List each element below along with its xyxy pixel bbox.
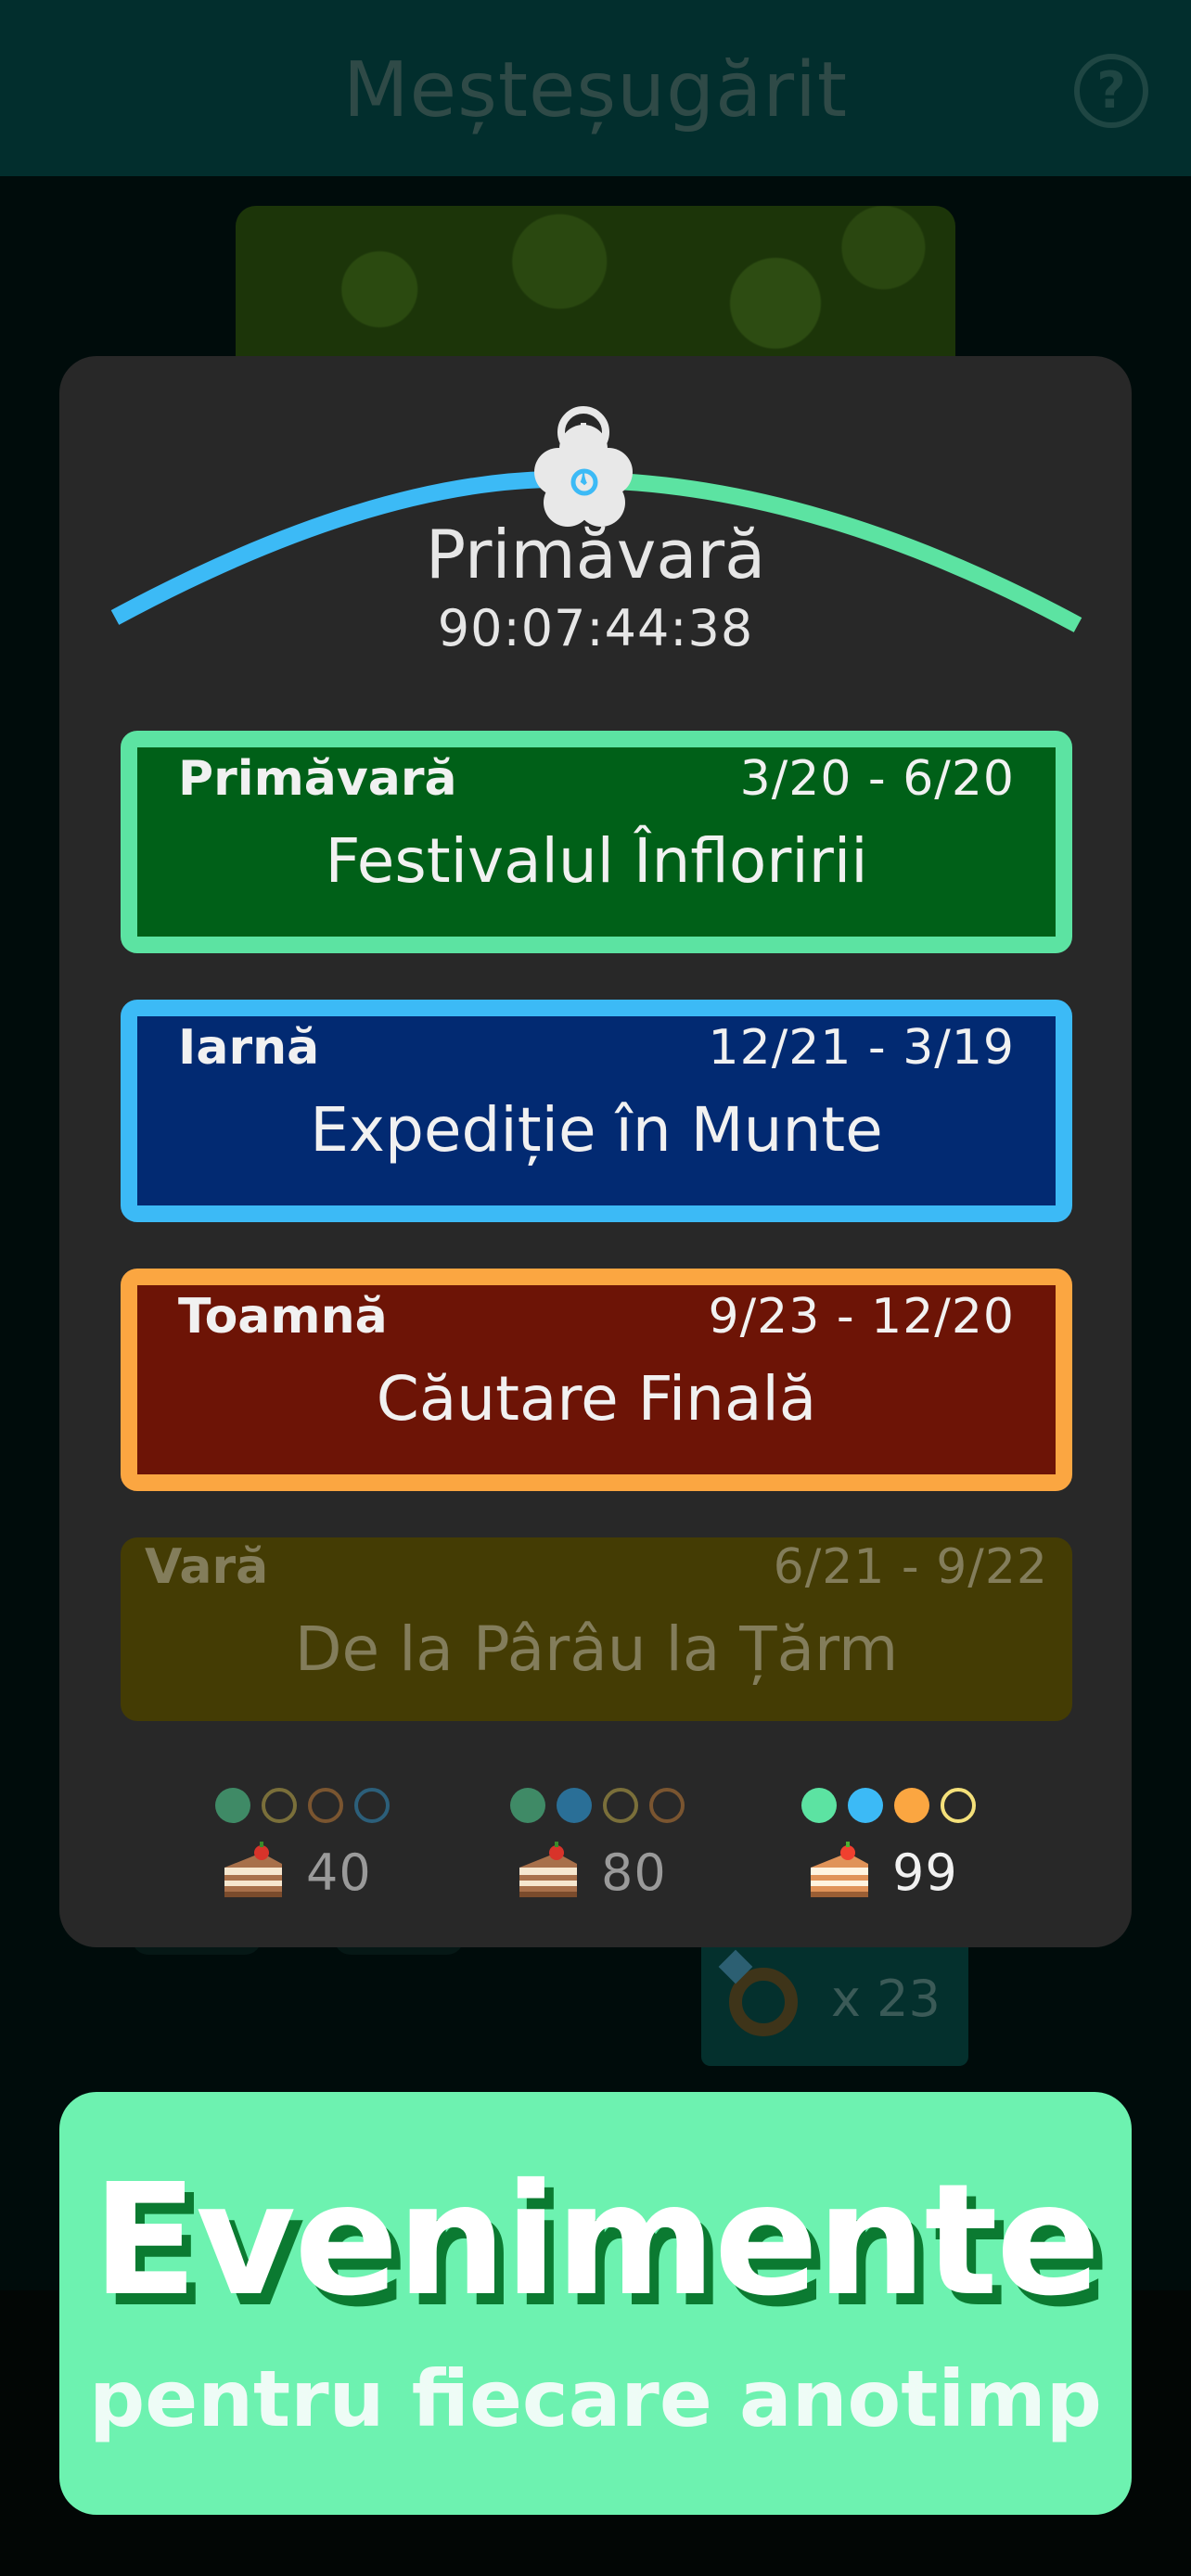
- question-circle-icon[interactable]: ?: [1074, 54, 1148, 128]
- promo-subtitle: pentru fiecare anotimp: [89, 2353, 1102, 2444]
- dot-summer: [941, 1788, 976, 1823]
- inventory-item-ring: x 23: [701, 1944, 968, 2066]
- event-name: De la Pârâu la Țărm: [294, 1613, 899, 1685]
- cake-icon: [224, 1842, 282, 1897]
- season-countdown: 90:07:44:38: [437, 599, 754, 657]
- dot-spring: [801, 1788, 837, 1823]
- reward-tier-1: 40: [215, 1788, 401, 1936]
- cake-icon: [519, 1842, 577, 1897]
- current-season-label: Primăvară: [425, 516, 766, 593]
- dot-autumn: [649, 1788, 685, 1823]
- event-season: Primăvară: [178, 751, 457, 807]
- event-name: Căutare Finală: [376, 1363, 817, 1435]
- page-title: Meșteșugărit: [342, 46, 849, 134]
- dot-winter: [848, 1788, 883, 1823]
- event-season: Vară: [145, 1539, 269, 1595]
- reward-tier-3: 99: [801, 1788, 987, 1936]
- cake-icon: [811, 1842, 868, 1897]
- dot-autumn: [308, 1788, 343, 1823]
- reward-value: 99: [892, 1843, 958, 1902]
- event-dates: 3/20 - 6/20: [739, 751, 1015, 807]
- promo-title: Evenimente: [92, 2151, 1101, 2330]
- dot-summer: [603, 1788, 638, 1823]
- event-card-summer[interactable]: Vară 6/21 - 9/22 De la Pârâu la Țărm: [121, 1537, 1072, 1721]
- flower-marker-icon: [534, 406, 633, 527]
- event-card-winter[interactable]: Iarnă 12/21 - 3/19 Expediție în Munte: [121, 1000, 1072, 1222]
- app-header: Meșteșugărit ?: [0, 0, 1191, 176]
- promo-banner: Evenimente pentru fiecare anotimp: [59, 2092, 1132, 2515]
- dot-spring: [215, 1788, 250, 1823]
- reward-tier-2: 80: [510, 1788, 696, 1936]
- dot-autumn: [894, 1788, 929, 1823]
- seasonal-events-modal: Primăvară 90:07:44:38 Primăvară 3/20 - 6…: [59, 356, 1132, 1947]
- dot-winter: [354, 1788, 390, 1823]
- event-card-autumn[interactable]: Toamnă 9/23 - 12/20 Căutare Finală: [121, 1269, 1072, 1491]
- reward-value: 40: [306, 1843, 372, 1902]
- event-season: Toamnă: [178, 1289, 388, 1345]
- dot-summer: [262, 1788, 297, 1823]
- dot-spring: [510, 1788, 545, 1823]
- event-card-spring[interactable]: Primăvară 3/20 - 6/20 Festivalul Înflori…: [121, 731, 1072, 953]
- dot-winter: [557, 1788, 592, 1823]
- event-name: Festivalul Înfloririi: [325, 825, 868, 897]
- reward-value: 80: [601, 1843, 667, 1902]
- event-name: Expediție în Munte: [310, 1094, 883, 1166]
- event-dates: 12/21 - 3/19: [708, 1020, 1015, 1076]
- event-season: Iarnă: [178, 1020, 320, 1076]
- event-dates: 6/21 - 9/22: [773, 1539, 1048, 1595]
- event-dates: 9/23 - 12/20: [708, 1289, 1015, 1345]
- item-count: x 23: [831, 1970, 941, 2028]
